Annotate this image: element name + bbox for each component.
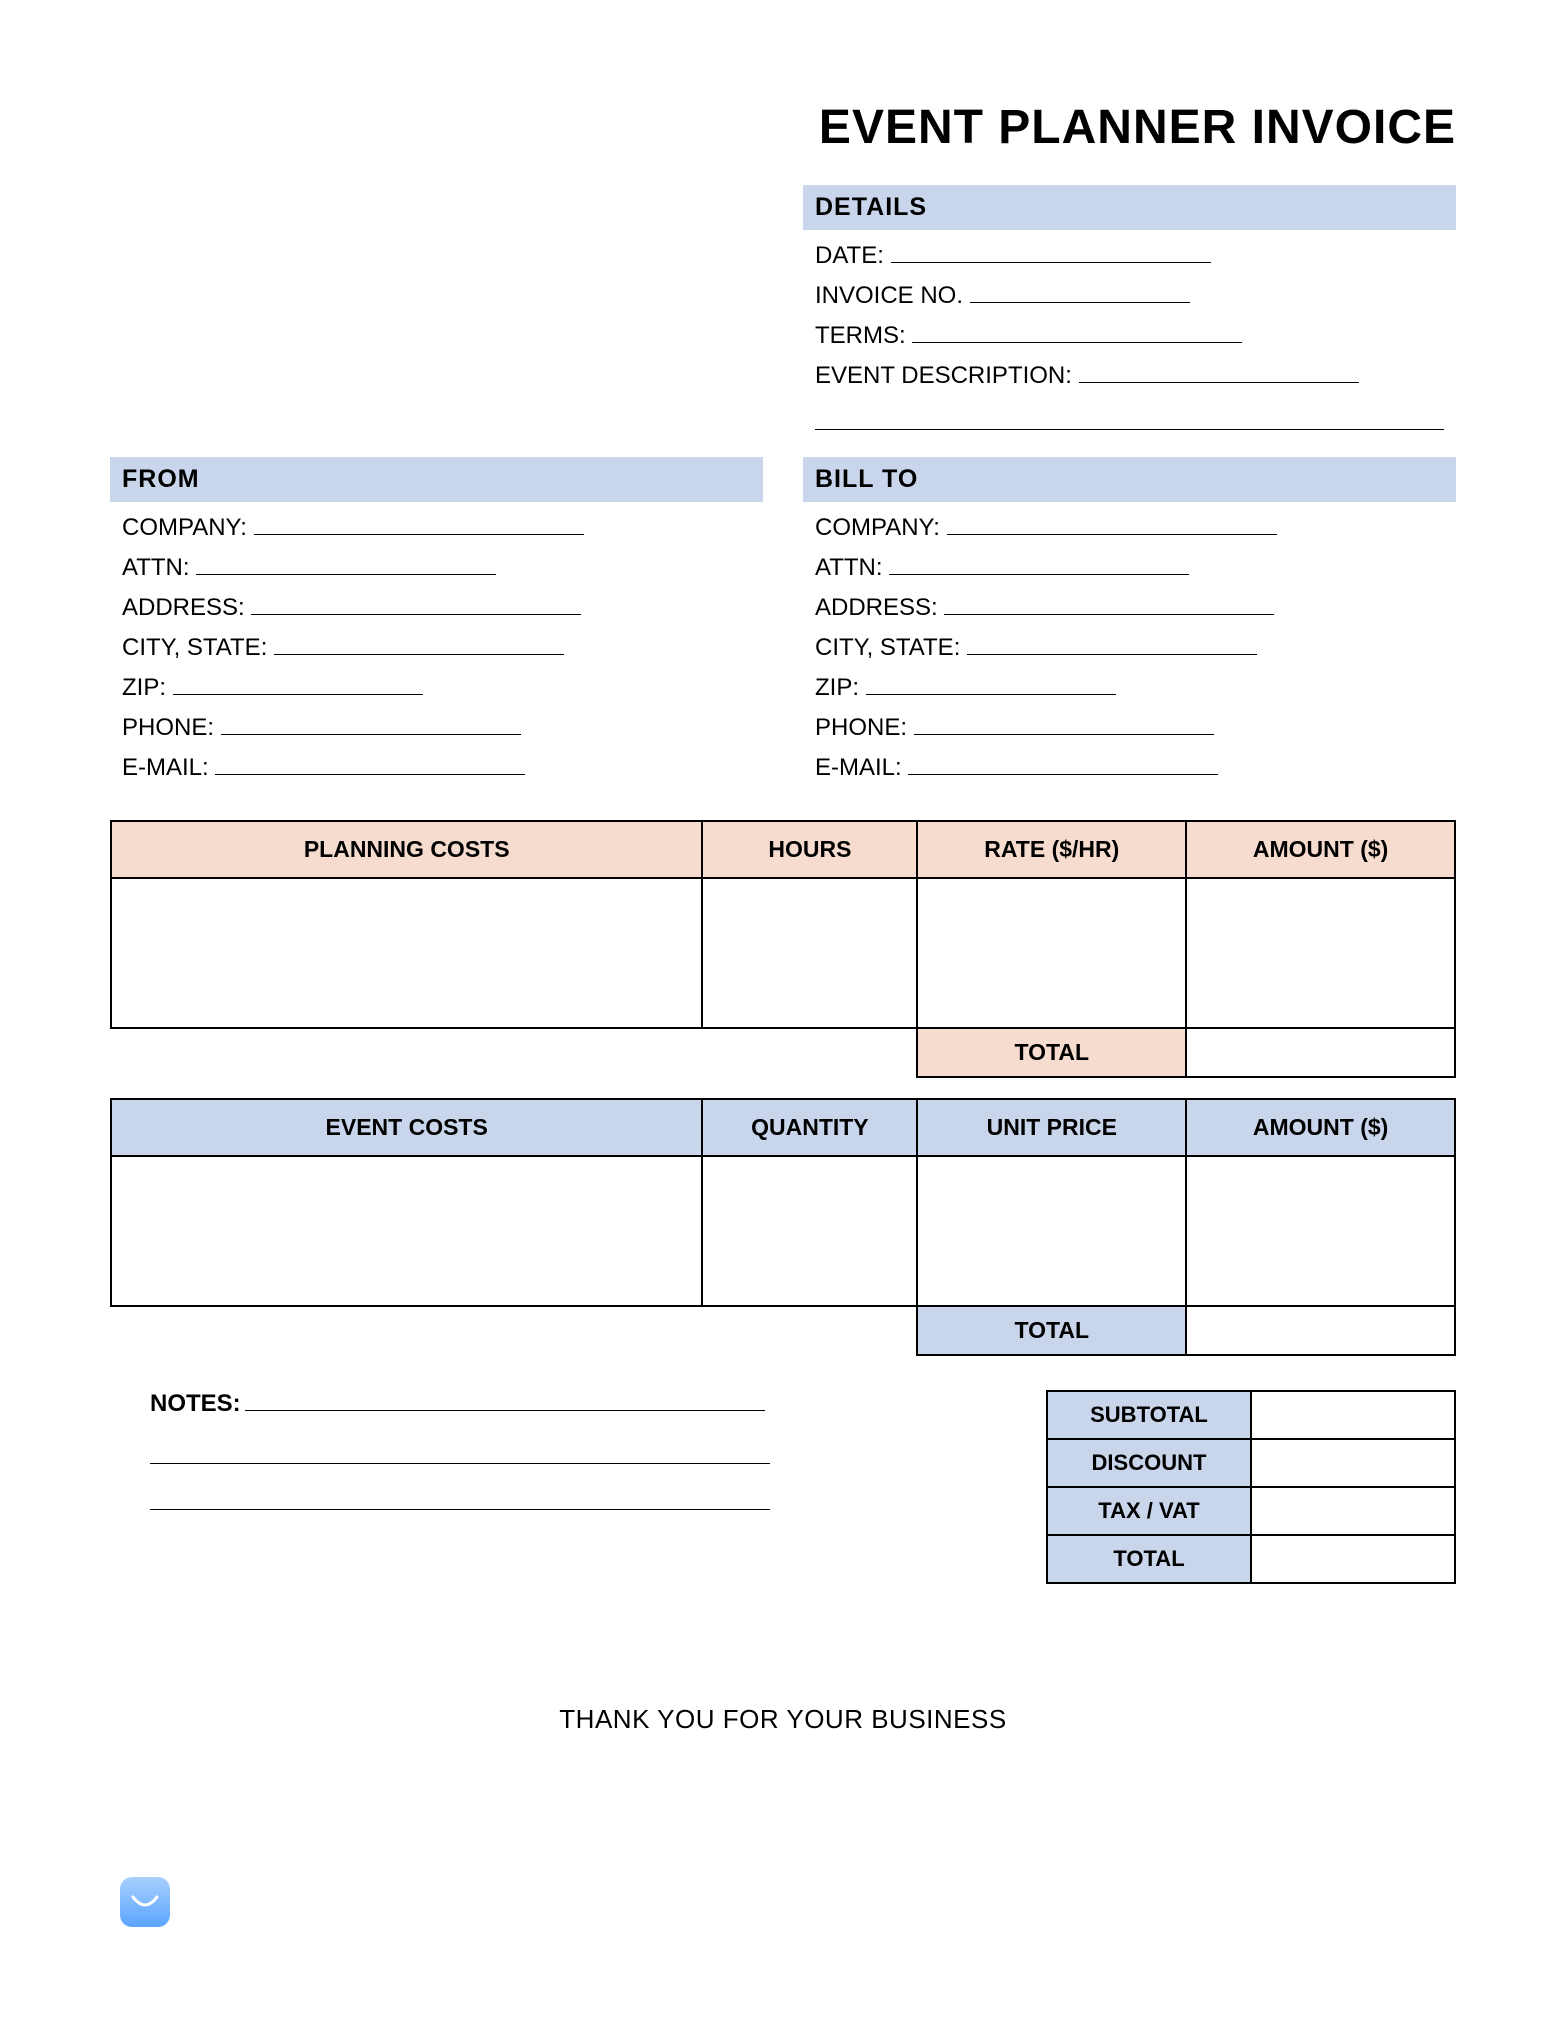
invoice-no-input[interactable]	[970, 283, 1190, 303]
event-amount-header: AMOUNT ($)	[1186, 1099, 1455, 1156]
bill-to-section: BILL TO COMPANY: ATTN: ADDRESS: CITY, ST…	[803, 457, 1456, 788]
planning-costs-table: PLANNING COSTS HOURS RATE ($/HR) AMOUNT …	[110, 820, 1456, 1078]
event-total-value[interactable]	[1186, 1306, 1455, 1355]
from-header: FROM	[110, 457, 763, 502]
planning-desc-header: PLANNING COSTS	[111, 821, 702, 878]
bill-email-input[interactable]	[908, 755, 1218, 775]
total-value[interactable]	[1251, 1535, 1455, 1583]
bill-attn-label: ATTN:	[815, 548, 883, 588]
details-section: DETAILS DATE: INVOICE NO. TERMS: EVENT D…	[803, 185, 1456, 437]
event-desc-input-line2[interactable]	[815, 396, 1444, 430]
bill-city-state-label: CITY, STATE:	[815, 628, 960, 668]
planning-total-label: TOTAL	[917, 1028, 1186, 1077]
bill-phone-input[interactable]	[914, 715, 1214, 735]
from-section: FROM COMPANY: ATTN: ADDRESS: CITY, STATE…	[110, 457, 763, 788]
from-phone-input[interactable]	[221, 715, 521, 735]
from-city-state-input[interactable]	[274, 635, 564, 655]
bill-address-label: ADDRESS:	[815, 588, 938, 628]
event-desc-input[interactable]	[1079, 363, 1359, 383]
thank-you-text: THANK YOU FOR YOUR BUSINESS	[110, 1704, 1456, 1735]
date-input[interactable]	[891, 243, 1211, 263]
planning-total-value[interactable]	[1186, 1028, 1455, 1077]
event-desc-header: EVENT COSTS	[111, 1099, 702, 1156]
from-city-state-label: CITY, STATE:	[122, 628, 267, 668]
tax-value[interactable]	[1251, 1487, 1455, 1535]
discount-label: DISCOUNT	[1047, 1439, 1251, 1487]
event-desc-cell[interactable]	[111, 1156, 702, 1306]
bill-to-header: BILL TO	[803, 457, 1456, 502]
bill-phone-label: PHONE:	[815, 708, 907, 748]
from-zip-label: ZIP:	[122, 668, 166, 708]
from-attn-label: ATTN:	[122, 548, 190, 588]
planning-rate-header: RATE ($/HR)	[917, 821, 1186, 878]
page-title: EVENT PLANNER INVOICE	[110, 100, 1456, 155]
tax-label: TAX / VAT	[1047, 1487, 1251, 1535]
from-zip-input[interactable]	[173, 675, 423, 695]
planning-amount-cell[interactable]	[1186, 878, 1455, 1028]
planning-amount-header: AMOUNT ($)	[1186, 821, 1455, 878]
terms-label: TERMS:	[815, 316, 906, 356]
terms-input[interactable]	[912, 323, 1242, 343]
total-label: TOTAL	[1047, 1535, 1251, 1583]
notes-input-line3[interactable]	[150, 1464, 770, 1510]
planning-hours-cell[interactable]	[702, 878, 917, 1028]
event-unit-cell[interactable]	[917, 1156, 1186, 1306]
event-costs-table: EVENT COSTS QUANTITY UNIT PRICE AMOUNT (…	[110, 1098, 1456, 1356]
from-company-input[interactable]	[254, 515, 584, 535]
from-phone-label: PHONE:	[122, 708, 214, 748]
bill-zip-label: ZIP:	[815, 668, 859, 708]
bill-company-input[interactable]	[947, 515, 1277, 535]
subtotal-label: SUBTOTAL	[1047, 1391, 1251, 1439]
subtotal-value[interactable]	[1251, 1391, 1455, 1439]
details-header: DETAILS	[803, 185, 1456, 230]
notes-input-line1[interactable]	[245, 1391, 765, 1411]
bill-email-label: E-MAIL:	[815, 748, 902, 788]
from-attn-input[interactable]	[196, 555, 496, 575]
discount-value[interactable]	[1251, 1439, 1455, 1487]
notes-input-line2[interactable]	[150, 1418, 770, 1464]
from-company-label: COMPANY:	[122, 508, 247, 548]
date-label: DATE:	[815, 236, 884, 276]
bill-attn-input[interactable]	[889, 555, 1189, 575]
event-total-label: TOTAL	[917, 1306, 1186, 1355]
notes-section: NOTES:	[110, 1390, 1016, 1584]
bill-address-input[interactable]	[944, 595, 1274, 615]
planning-hours-header: HOURS	[702, 821, 917, 878]
from-email-label: E-MAIL:	[122, 748, 209, 788]
notes-label: NOTES:	[150, 1390, 241, 1417]
event-amount-cell[interactable]	[1186, 1156, 1455, 1306]
from-email-input[interactable]	[215, 755, 525, 775]
event-qty-cell[interactable]	[702, 1156, 917, 1306]
bill-city-state-input[interactable]	[967, 635, 1257, 655]
event-unit-header: UNIT PRICE	[917, 1099, 1186, 1156]
event-desc-label: EVENT DESCRIPTION:	[815, 356, 1072, 396]
from-address-input[interactable]	[251, 595, 581, 615]
bill-zip-input[interactable]	[866, 675, 1116, 695]
summary-table: SUBTOTAL DISCOUNT TAX / VAT TOTAL	[1046, 1390, 1456, 1584]
app-badge-icon	[120, 1877, 170, 1927]
event-qty-header: QUANTITY	[702, 1099, 917, 1156]
planning-desc-cell[interactable]	[111, 878, 702, 1028]
bill-company-label: COMPANY:	[815, 508, 940, 548]
invoice-no-label: INVOICE NO.	[815, 276, 963, 316]
planning-rate-cell[interactable]	[917, 878, 1186, 1028]
from-address-label: ADDRESS:	[122, 588, 245, 628]
